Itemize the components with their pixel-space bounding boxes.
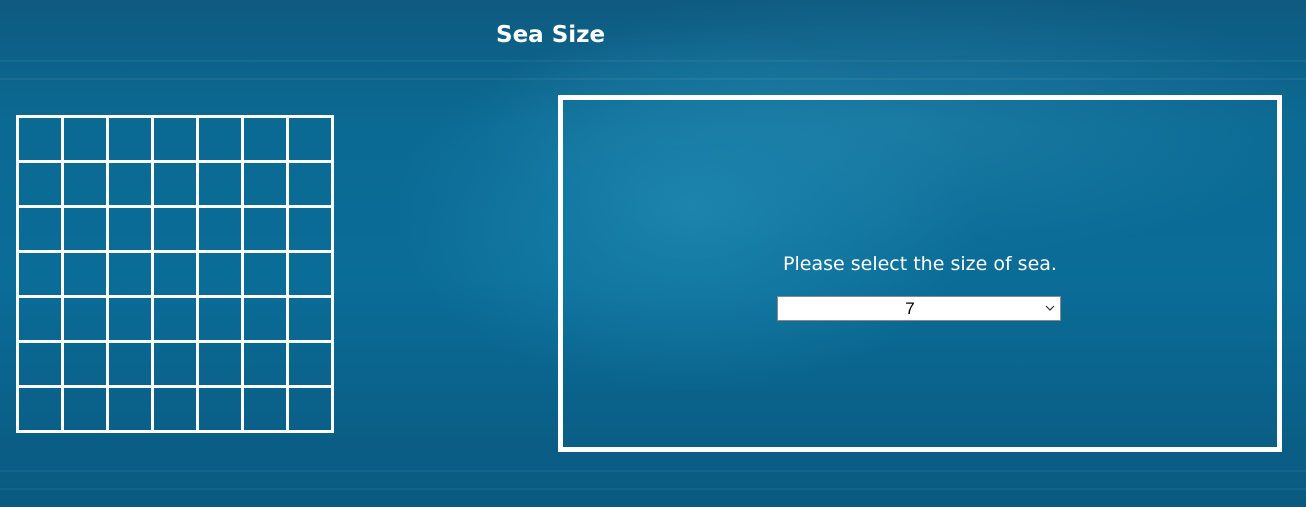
grid-cell[interactable]: [289, 388, 334, 433]
grid-cell[interactable]: [244, 208, 289, 253]
grid-cell[interactable]: [109, 208, 154, 253]
grid-cell[interactable]: [244, 253, 289, 298]
sea-grid: [16, 115, 334, 433]
grid-cell[interactable]: [64, 208, 109, 253]
grid-cell[interactable]: [199, 388, 244, 433]
grid-cell[interactable]: [154, 253, 199, 298]
grid-cell[interactable]: [199, 343, 244, 388]
grid-cell[interactable]: [154, 118, 199, 163]
grid-cell[interactable]: [64, 388, 109, 433]
grid-cell[interactable]: [64, 343, 109, 388]
grid-cell[interactable]: [289, 118, 334, 163]
grid-cell[interactable]: [19, 208, 64, 253]
grid-cell[interactable]: [199, 208, 244, 253]
grid-cell[interactable]: [19, 163, 64, 208]
grid-cell[interactable]: [289, 208, 334, 253]
sea-size-panel: Please select the size of sea. 7: [558, 95, 1282, 452]
page-title: Sea Size: [496, 22, 606, 48]
grid-cell[interactable]: [289, 298, 334, 343]
grid-cell[interactable]: [244, 118, 289, 163]
grid-cell[interactable]: [109, 163, 154, 208]
grid-cell[interactable]: [64, 298, 109, 343]
grid-cell[interactable]: [289, 343, 334, 388]
grid-cell[interactable]: [154, 208, 199, 253]
grid-cell[interactable]: [109, 253, 154, 298]
grid-cell[interactable]: [19, 298, 64, 343]
grid-cell[interactable]: [109, 118, 154, 163]
grid-cell[interactable]: [289, 163, 334, 208]
grid-cell[interactable]: [154, 343, 199, 388]
grid-cell[interactable]: [199, 163, 244, 208]
grid-cell[interactable]: [199, 118, 244, 163]
grid-cell[interactable]: [244, 163, 289, 208]
grid-cell[interactable]: [19, 118, 64, 163]
grid-cell[interactable]: [19, 253, 64, 298]
grid-cell[interactable]: [289, 253, 334, 298]
grid-cell[interactable]: [244, 298, 289, 343]
grid-cell[interactable]: [64, 253, 109, 298]
grid-cell[interactable]: [154, 163, 199, 208]
grid-cell[interactable]: [199, 298, 244, 343]
grid-cell[interactable]: [64, 118, 109, 163]
grid-cell[interactable]: [244, 343, 289, 388]
sea-size-select[interactable]: 7: [777, 296, 1061, 321]
chevron-down-icon: [1045, 305, 1055, 311]
size-prompt: Please select the size of sea.: [783, 253, 1057, 275]
grid-cell[interactable]: [154, 298, 199, 343]
grid-cell[interactable]: [109, 343, 154, 388]
sea-size-value: 7: [905, 299, 915, 318]
grid-cell[interactable]: [244, 388, 289, 433]
grid-cell[interactable]: [19, 343, 64, 388]
grid-cell[interactable]: [109, 298, 154, 343]
grid-cell[interactable]: [109, 388, 154, 433]
grid-cell[interactable]: [199, 253, 244, 298]
grid-cell[interactable]: [19, 388, 64, 433]
grid-cell[interactable]: [154, 388, 199, 433]
grid-cell[interactable]: [64, 163, 109, 208]
